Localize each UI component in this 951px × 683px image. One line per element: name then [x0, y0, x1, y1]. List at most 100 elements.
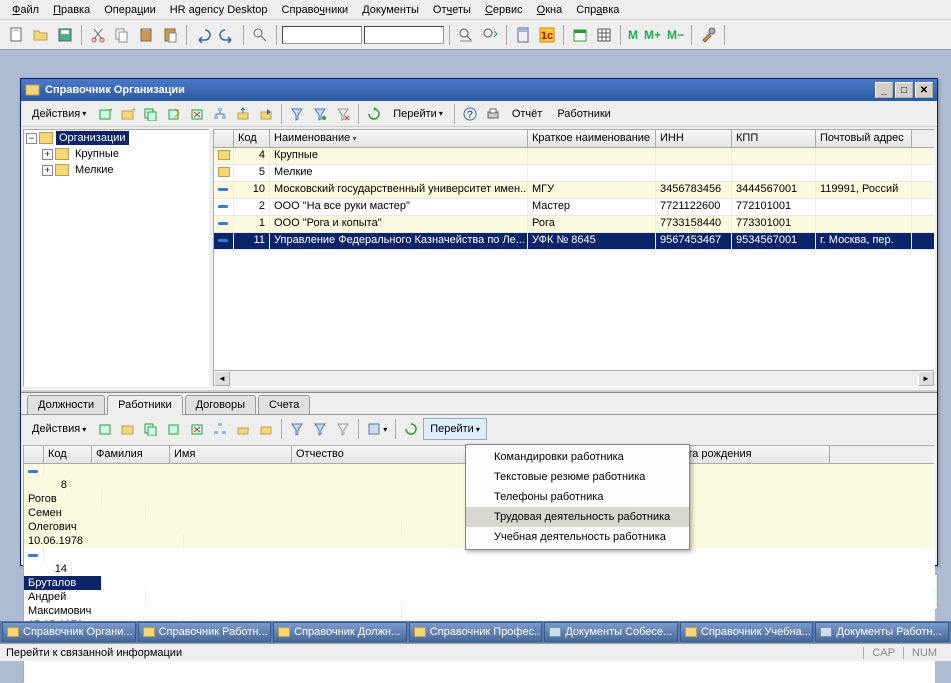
- emp-edit-icon[interactable]: [163, 418, 185, 440]
- emp-add-group-icon[interactable]: [117, 418, 139, 440]
- filter-by-value-icon[interactable]: [309, 103, 331, 125]
- table-row[interactable]: 4Крупные: [214, 148, 934, 165]
- print-icon[interactable]: [482, 103, 504, 125]
- level-up-icon[interactable]: [232, 103, 254, 125]
- help-icon[interactable]: ?: [459, 103, 481, 125]
- move-to-group-icon[interactable]: [255, 103, 277, 125]
- font-combo[interactable]: [364, 26, 444, 44]
- 1c-icon[interactable]: 1c: [536, 24, 558, 46]
- maximize-button[interactable]: □: [895, 82, 913, 98]
- emp-filter-icon[interactable]: [286, 418, 308, 440]
- close-button[interactable]: ✕: [915, 82, 933, 98]
- actions-button[interactable]: Действия: [25, 103, 93, 125]
- find-icon[interactable]: [249, 24, 271, 46]
- report-button[interactable]: Отчёт: [505, 103, 549, 125]
- table-row[interactable]: 2ООО "На все руки мастер"Мастер772112260…: [214, 199, 934, 216]
- tree-root[interactable]: −Организации: [24, 130, 208, 146]
- style-combo[interactable]: [282, 26, 362, 44]
- table-row[interactable]: 14БруталовАндрейМаксимович05.05.1979: [24, 548, 934, 632]
- menu-reports[interactable]: Отчеты: [427, 2, 477, 18]
- emp-move-icon[interactable]: [255, 418, 277, 440]
- employees-button[interactable]: Работники: [550, 103, 617, 125]
- org-tree[interactable]: −Организации +Крупные +Мелкие: [23, 129, 209, 387]
- m-minus-label[interactable]: M−: [665, 28, 686, 42]
- tab-accounts[interactable]: Счета: [258, 395, 310, 414]
- emp-delete-icon[interactable]: [186, 418, 208, 440]
- emp-actions-button[interactable]: Действия: [25, 418, 93, 440]
- menu-item-resumes[interactable]: Текстовые резюме работника: [466, 467, 689, 487]
- add-group-icon[interactable]: +: [117, 103, 139, 125]
- table-row[interactable]: 11Управление Федерального Казначейства п…: [214, 233, 934, 250]
- minimize-button[interactable]: _: [875, 82, 893, 98]
- task-orgs[interactable]: Справочник Органи...: [2, 622, 136, 642]
- goto-button[interactable]: Перейти: [386, 103, 450, 125]
- menu-docs[interactable]: Документы: [356, 2, 425, 18]
- redo-icon[interactable]: [216, 24, 238, 46]
- mark-delete-icon[interactable]: [186, 103, 208, 125]
- calc-icon[interactable]: [512, 24, 534, 46]
- emp-up-icon[interactable]: [232, 418, 254, 440]
- emp-add-icon[interactable]: [94, 418, 116, 440]
- org-grid[interactable]: Код Наименование Краткое наименование ИН…: [213, 129, 935, 387]
- emp-copy-icon[interactable]: [140, 418, 162, 440]
- emp-goto-button[interactable]: Перейти: [423, 418, 487, 440]
- horiz-scrollbar[interactable]: ◄►: [214, 370, 934, 386]
- hierarchy-icon[interactable]: [209, 103, 231, 125]
- task-prof[interactable]: Справочник Профес...: [409, 622, 543, 642]
- table-icon[interactable]: [593, 24, 615, 46]
- menu-item-education[interactable]: Учебная деятельность работника: [466, 527, 689, 547]
- emp-refresh-icon[interactable]: [400, 418, 422, 440]
- m-plus-label[interactable]: M+: [642, 28, 663, 42]
- table-row[interactable]: 1ООО "Рога и копыта"Рога7733158440773301…: [214, 216, 934, 233]
- save-icon[interactable]: [54, 24, 76, 46]
- tools-icon[interactable]: [697, 24, 719, 46]
- menu-hragency[interactable]: HR agency Desktop: [164, 2, 274, 18]
- org-grid-header[interactable]: Код Наименование Краткое наименование ИН…: [214, 130, 934, 148]
- menu-service[interactable]: Сервис: [479, 2, 529, 18]
- paste-icon[interactable]: [135, 24, 157, 46]
- menu-ops[interactable]: Операции: [98, 2, 161, 18]
- tree-node-small[interactable]: +Мелкие: [24, 162, 208, 178]
- emp-hierarchy-icon[interactable]: [209, 418, 231, 440]
- paste-special-icon[interactable]: [159, 24, 181, 46]
- cut-icon[interactable]: [87, 24, 109, 46]
- task-workdocs[interactable]: Документы Работн...: [815, 622, 949, 642]
- emp-filter-val-icon[interactable]: [309, 418, 331, 440]
- undo-icon[interactable]: [192, 24, 214, 46]
- task-interviews[interactable]: Документы Собесе...: [544, 622, 678, 642]
- window-titlebar[interactable]: Справочник Организации _ □ ✕: [21, 79, 937, 101]
- task-education[interactable]: Справочник Учебна...: [680, 622, 814, 642]
- goto-popup-menu[interactable]: Командировки работника Текстовые резюме …: [465, 444, 690, 550]
- add-copy-icon[interactable]: [140, 103, 162, 125]
- open-icon[interactable]: [30, 24, 52, 46]
- find-next-icon[interactable]: [479, 24, 501, 46]
- tree-node-large[interactable]: +Крупные: [24, 146, 208, 162]
- calendar-icon[interactable]: [569, 24, 591, 46]
- edit-icon[interactable]: [163, 103, 185, 125]
- tab-contracts[interactable]: Договоры: [185, 395, 256, 414]
- table-row[interactable]: 10Московский государственный университет…: [214, 182, 934, 199]
- copy-icon[interactable]: [111, 24, 133, 46]
- menu-windows[interactable]: Окна: [531, 2, 569, 18]
- table-row[interactable]: 5Мелкие: [214, 165, 934, 182]
- tab-positions[interactable]: Должности: [27, 395, 105, 414]
- menu-item-phones[interactable]: Телефоны работника: [466, 487, 689, 507]
- menu-refs[interactable]: Справочники: [276, 2, 355, 18]
- refresh-icon[interactable]: [363, 103, 385, 125]
- new-doc-icon[interactable]: [6, 24, 28, 46]
- menu-item-trips[interactable]: Командировки работника: [466, 447, 689, 467]
- menu-edit[interactable]: Правка: [47, 2, 96, 18]
- emp-extra-icon[interactable]: [363, 418, 391, 440]
- task-positions[interactable]: Справочник Должн...: [273, 622, 407, 642]
- menu-file[interactable]: Файл: [6, 2, 45, 18]
- filter-icon[interactable]: [286, 103, 308, 125]
- task-workers[interactable]: Справочник Работн...: [138, 622, 272, 642]
- add-icon[interactable]: +: [94, 103, 116, 125]
- emp-clear-filter-icon[interactable]: [332, 418, 354, 440]
- menu-item-work-history[interactable]: Трудовая деятельность работника: [466, 507, 689, 527]
- menu-help[interactable]: Справка: [570, 2, 625, 18]
- find-in-list-icon[interactable]: [455, 24, 477, 46]
- tab-employees[interactable]: Работники: [107, 395, 182, 415]
- m-label[interactable]: M: [626, 28, 640, 42]
- clear-filter-icon[interactable]: [332, 103, 354, 125]
